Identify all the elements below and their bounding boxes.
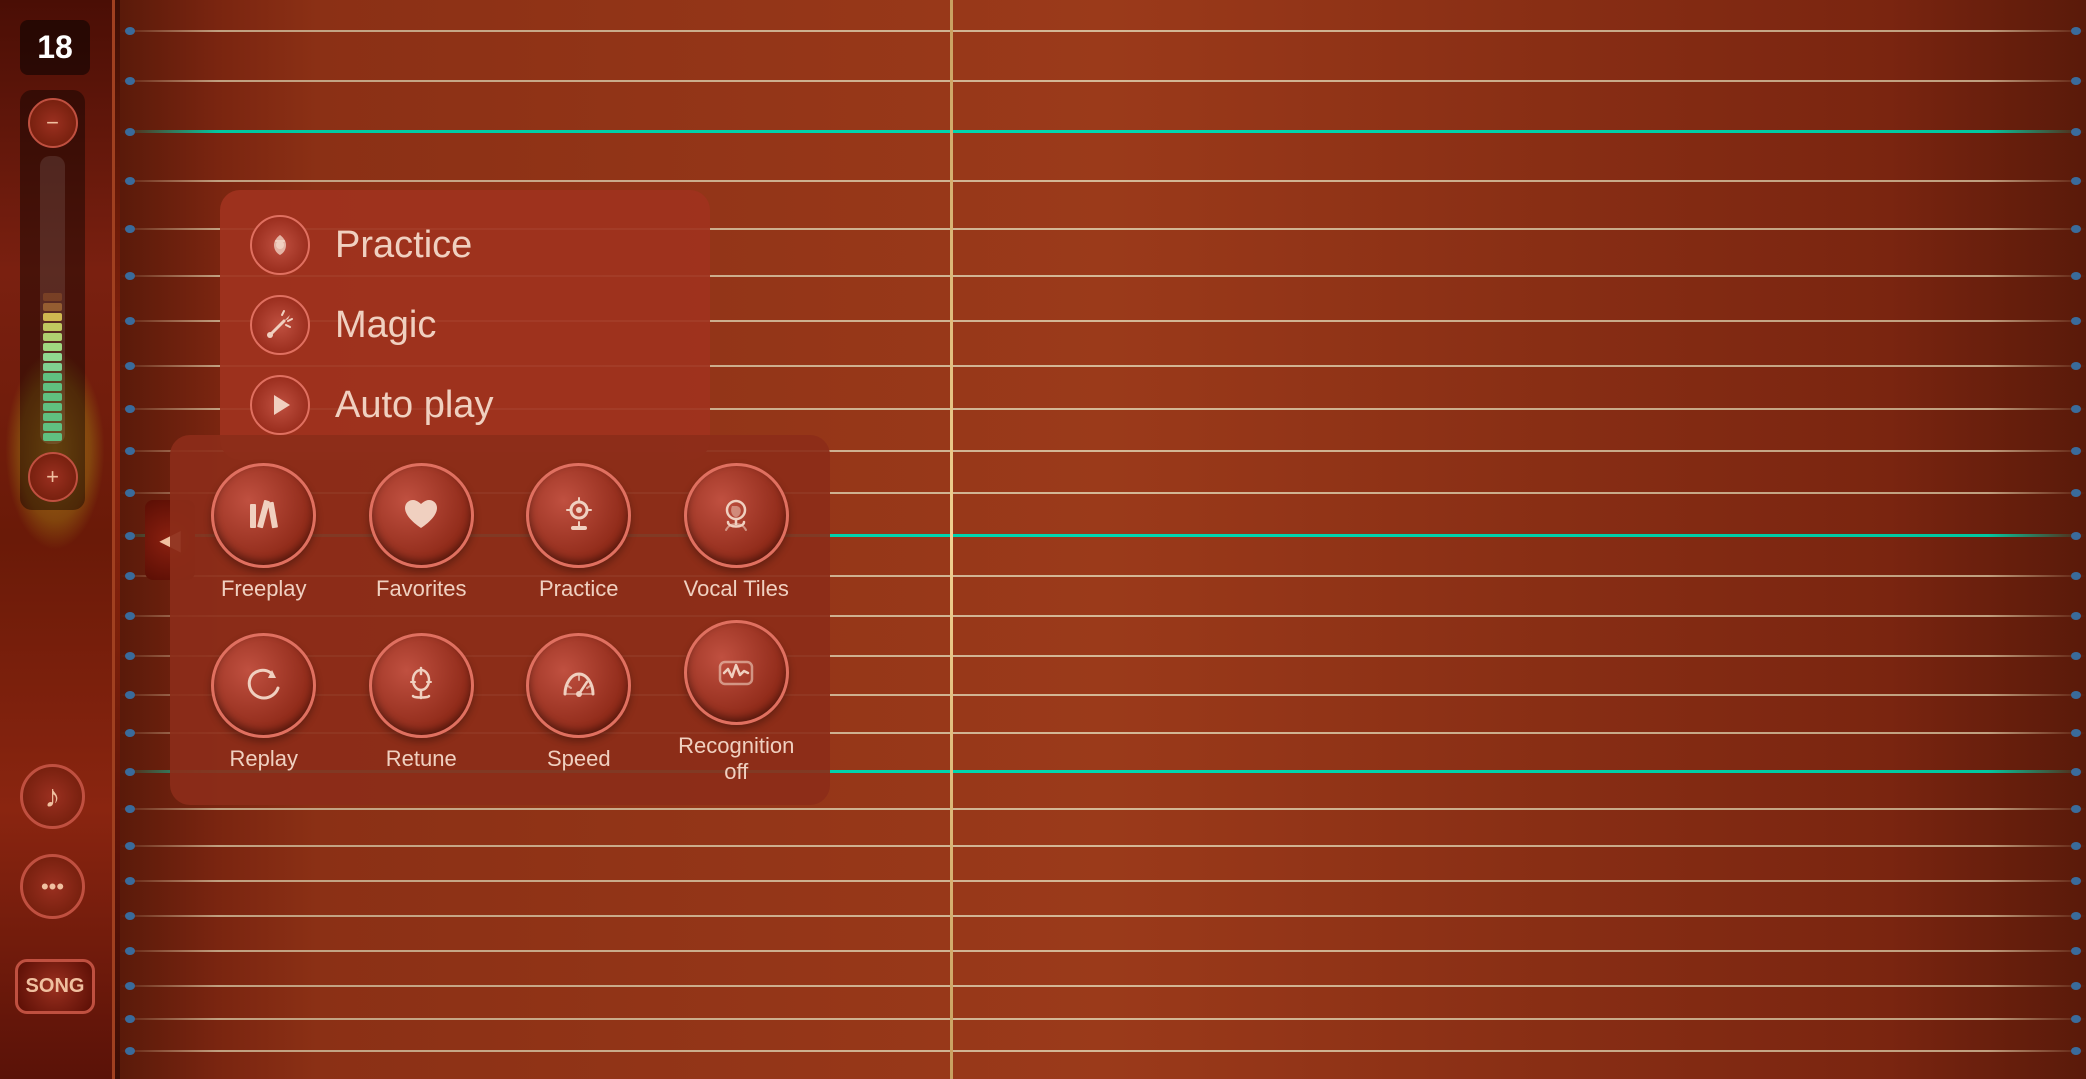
practice-btn-icon: [526, 463, 631, 568]
speed-icon: [526, 633, 631, 738]
action-favorites[interactable]: Favorites: [351, 463, 491, 602]
vocal-tiles-label: Vocal Tiles: [684, 576, 789, 602]
practice-icon: [262, 227, 298, 263]
string-22: [120, 915, 2086, 917]
practice-label: Practice: [335, 224, 472, 267]
string-23: [120, 950, 2086, 952]
practice-btn-label: Practice: [539, 576, 618, 602]
number-value: 18: [37, 29, 73, 66]
replay-label: Replay: [230, 746, 298, 772]
music-icon: ♪: [45, 778, 61, 815]
favorites-label: Favorites: [376, 576, 466, 602]
freeplay-icon: [211, 463, 316, 568]
action-freeplay[interactable]: Freeplay: [194, 463, 334, 602]
menu-panel-bottom: Freeplay Favorites Practice: [170, 435, 830, 805]
menu-item-practice[interactable]: Practice: [240, 207, 690, 283]
string-20: [120, 845, 2086, 847]
song-label: SONG: [26, 975, 85, 998]
autoplay-label: Auto play: [335, 384, 493, 427]
volume-minus-button[interactable]: −: [28, 98, 78, 148]
music-note-button[interactable]: ♪: [20, 764, 85, 829]
menu-item-magic[interactable]: Magic: [240, 287, 690, 363]
string-4: [120, 180, 2086, 182]
string-3-highlight: [120, 130, 2086, 133]
menu-panel-top: Practice Magic Auto play: [220, 190, 710, 460]
freeplay-label: Freeplay: [221, 576, 307, 602]
recognition-icon: [684, 620, 789, 725]
action-speed[interactable]: Speed: [509, 633, 649, 772]
autoplay-icon: [262, 387, 298, 423]
string-21: [120, 880, 2086, 882]
volume-slider[interactable]: − +: [20, 90, 85, 510]
more-icon: •••: [41, 874, 64, 900]
retune-label: Retune: [386, 746, 457, 772]
string-26: [120, 1050, 2086, 1052]
vocal-tiles-icon: [684, 463, 789, 568]
action-retune[interactable]: Retune: [351, 633, 491, 772]
recognition-off-label: Recognition off: [666, 733, 806, 785]
action-replay[interactable]: Replay: [194, 633, 334, 772]
menu-item-autoplay[interactable]: Auto play: [240, 367, 690, 443]
magic-label: Magic: [335, 304, 436, 347]
bridge-divider: [950, 0, 953, 1079]
volume-plus-button[interactable]: +: [28, 452, 78, 502]
string-2: [120, 80, 2086, 82]
autoplay-icon-circle: [250, 375, 310, 435]
volume-bars: [40, 290, 65, 444]
number-badge: 18: [20, 20, 90, 75]
replay-icon: [211, 633, 316, 738]
magic-icon: [262, 307, 298, 343]
song-button[interactable]: SONG: [15, 959, 95, 1014]
string-1: [120, 30, 2086, 32]
more-options-button[interactable]: •••: [20, 854, 85, 919]
magic-icon-circle: [250, 295, 310, 355]
action-vocal-tiles[interactable]: Vocal Tiles: [666, 463, 806, 602]
retune-icon: [369, 633, 474, 738]
favorites-icon: [369, 463, 474, 568]
string-25: [120, 1018, 2086, 1020]
practice-icon-circle: [250, 215, 310, 275]
speed-label: Speed: [547, 746, 611, 772]
volume-track[interactable]: [40, 156, 65, 444]
action-practice[interactable]: Practice: [509, 463, 649, 602]
string-19: [120, 808, 2086, 810]
string-24: [120, 985, 2086, 987]
action-recognition-off[interactable]: Recognition off: [666, 620, 806, 785]
